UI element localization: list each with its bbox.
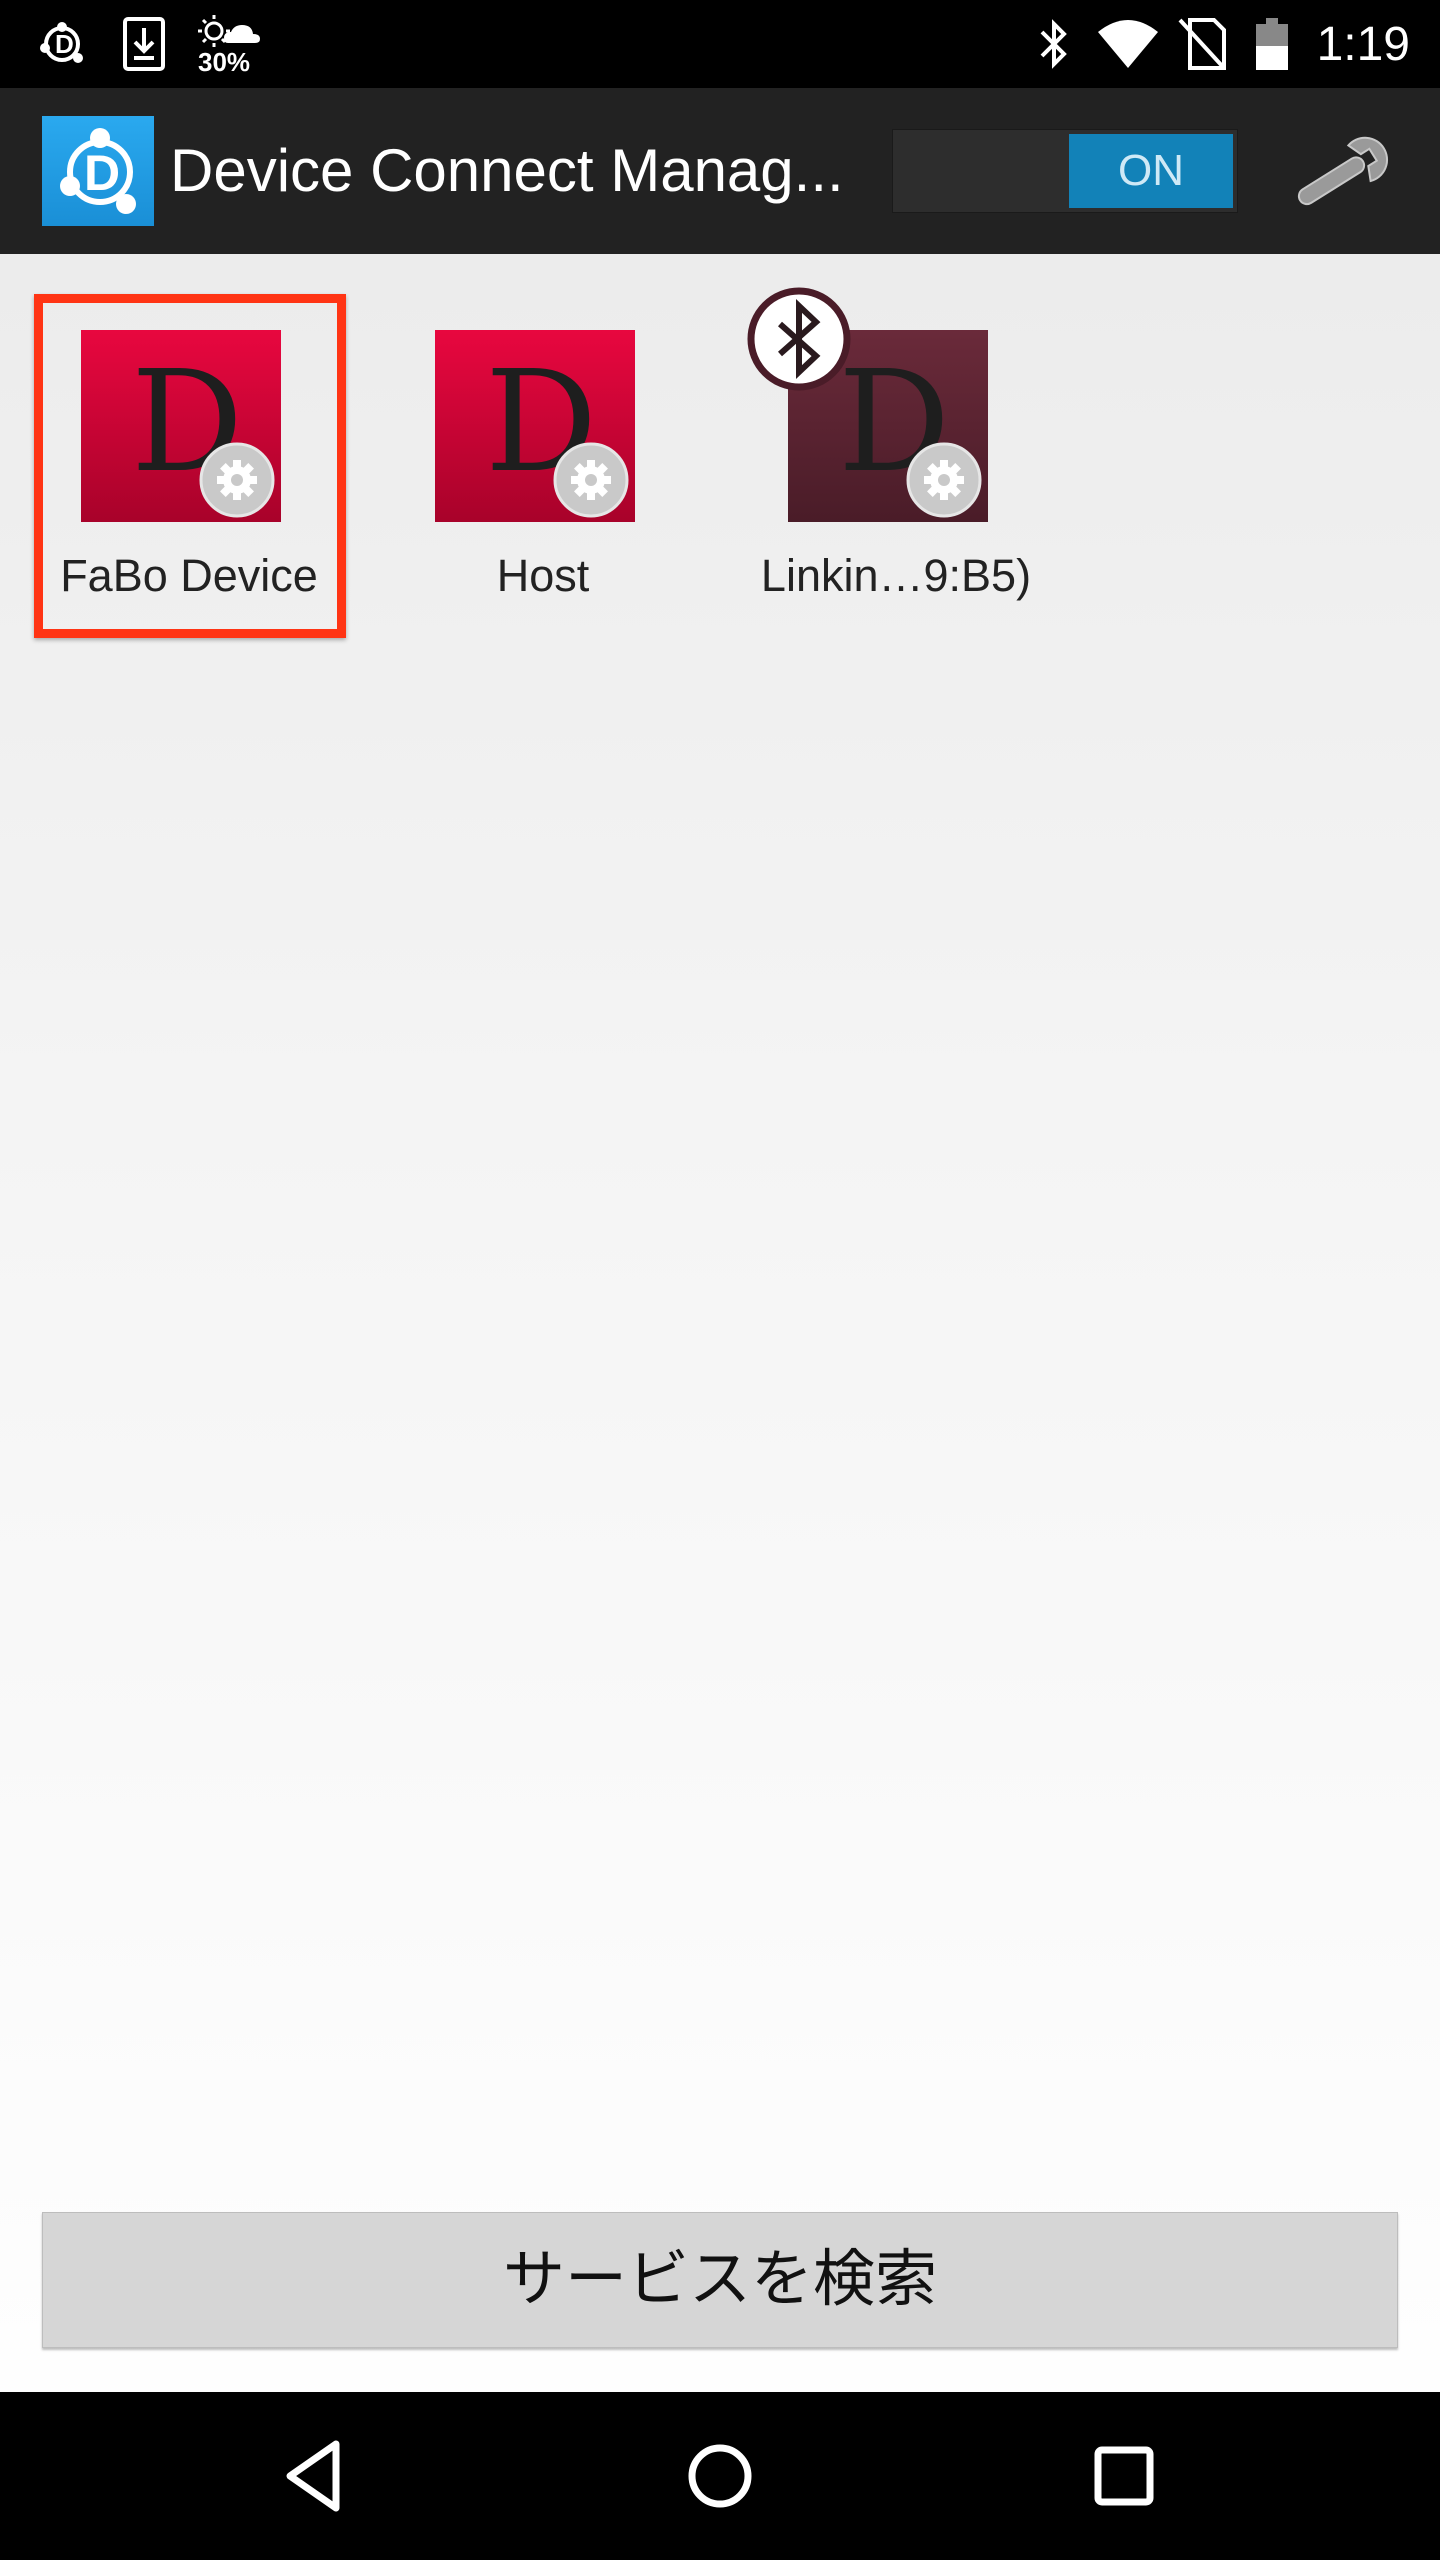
bluetooth-badge-icon bbox=[746, 286, 852, 392]
device-label: Host bbox=[496, 550, 590, 601]
toggle-on-label: ON bbox=[1069, 134, 1233, 208]
device-plugin-icon: D bbox=[435, 330, 635, 522]
device-label: FaBo Device bbox=[60, 550, 318, 601]
app-title: Device Connect Manag... bbox=[170, 137, 844, 204]
svg-text:D: D bbox=[84, 145, 120, 201]
settings-button[interactable] bbox=[1284, 133, 1400, 213]
recents-icon bbox=[1094, 2446, 1154, 2506]
app-logo-icon: D bbox=[42, 116, 154, 226]
device-tile-linking[interactable]: D Linkin…9:B5) bbox=[731, 254, 1061, 601]
wifi-icon bbox=[1096, 0, 1160, 88]
svg-text:D: D bbox=[55, 29, 74, 59]
download-icon bbox=[122, 0, 166, 88]
device-plugin-icon: D bbox=[81, 330, 281, 522]
bluetooth-icon bbox=[1034, 0, 1074, 88]
search-services-button[interactable]: サービスを検索 bbox=[42, 2212, 1398, 2348]
action-bar: D Device Connect Manag... ON bbox=[0, 88, 1440, 254]
weather-icon: 30% bbox=[198, 0, 264, 88]
recents-button[interactable] bbox=[1074, 2426, 1174, 2526]
device-connect-notification-icon: D bbox=[36, 0, 88, 88]
weather-percent: 30% bbox=[198, 47, 251, 77]
no-sim-icon bbox=[1176, 0, 1228, 88]
navigation-bar bbox=[0, 2392, 1440, 2560]
battery-icon bbox=[1254, 0, 1290, 88]
home-button[interactable] bbox=[670, 2426, 770, 2526]
device-label: Linkin…9:B5) bbox=[760, 550, 1032, 601]
back-icon bbox=[286, 2440, 340, 2512]
status-bar: D 30% 1:19 bbox=[0, 0, 1440, 88]
back-button[interactable] bbox=[266, 2426, 366, 2526]
clock: 1:19 bbox=[1316, 17, 1410, 71]
service-toggle[interactable]: ON bbox=[892, 129, 1238, 213]
wrench-icon bbox=[1297, 136, 1389, 206]
device-tile-host[interactable]: D Host bbox=[378, 254, 708, 601]
device-tile-fabo[interactable]: D FaBo Device bbox=[24, 254, 354, 601]
home-icon bbox=[688, 2444, 752, 2508]
